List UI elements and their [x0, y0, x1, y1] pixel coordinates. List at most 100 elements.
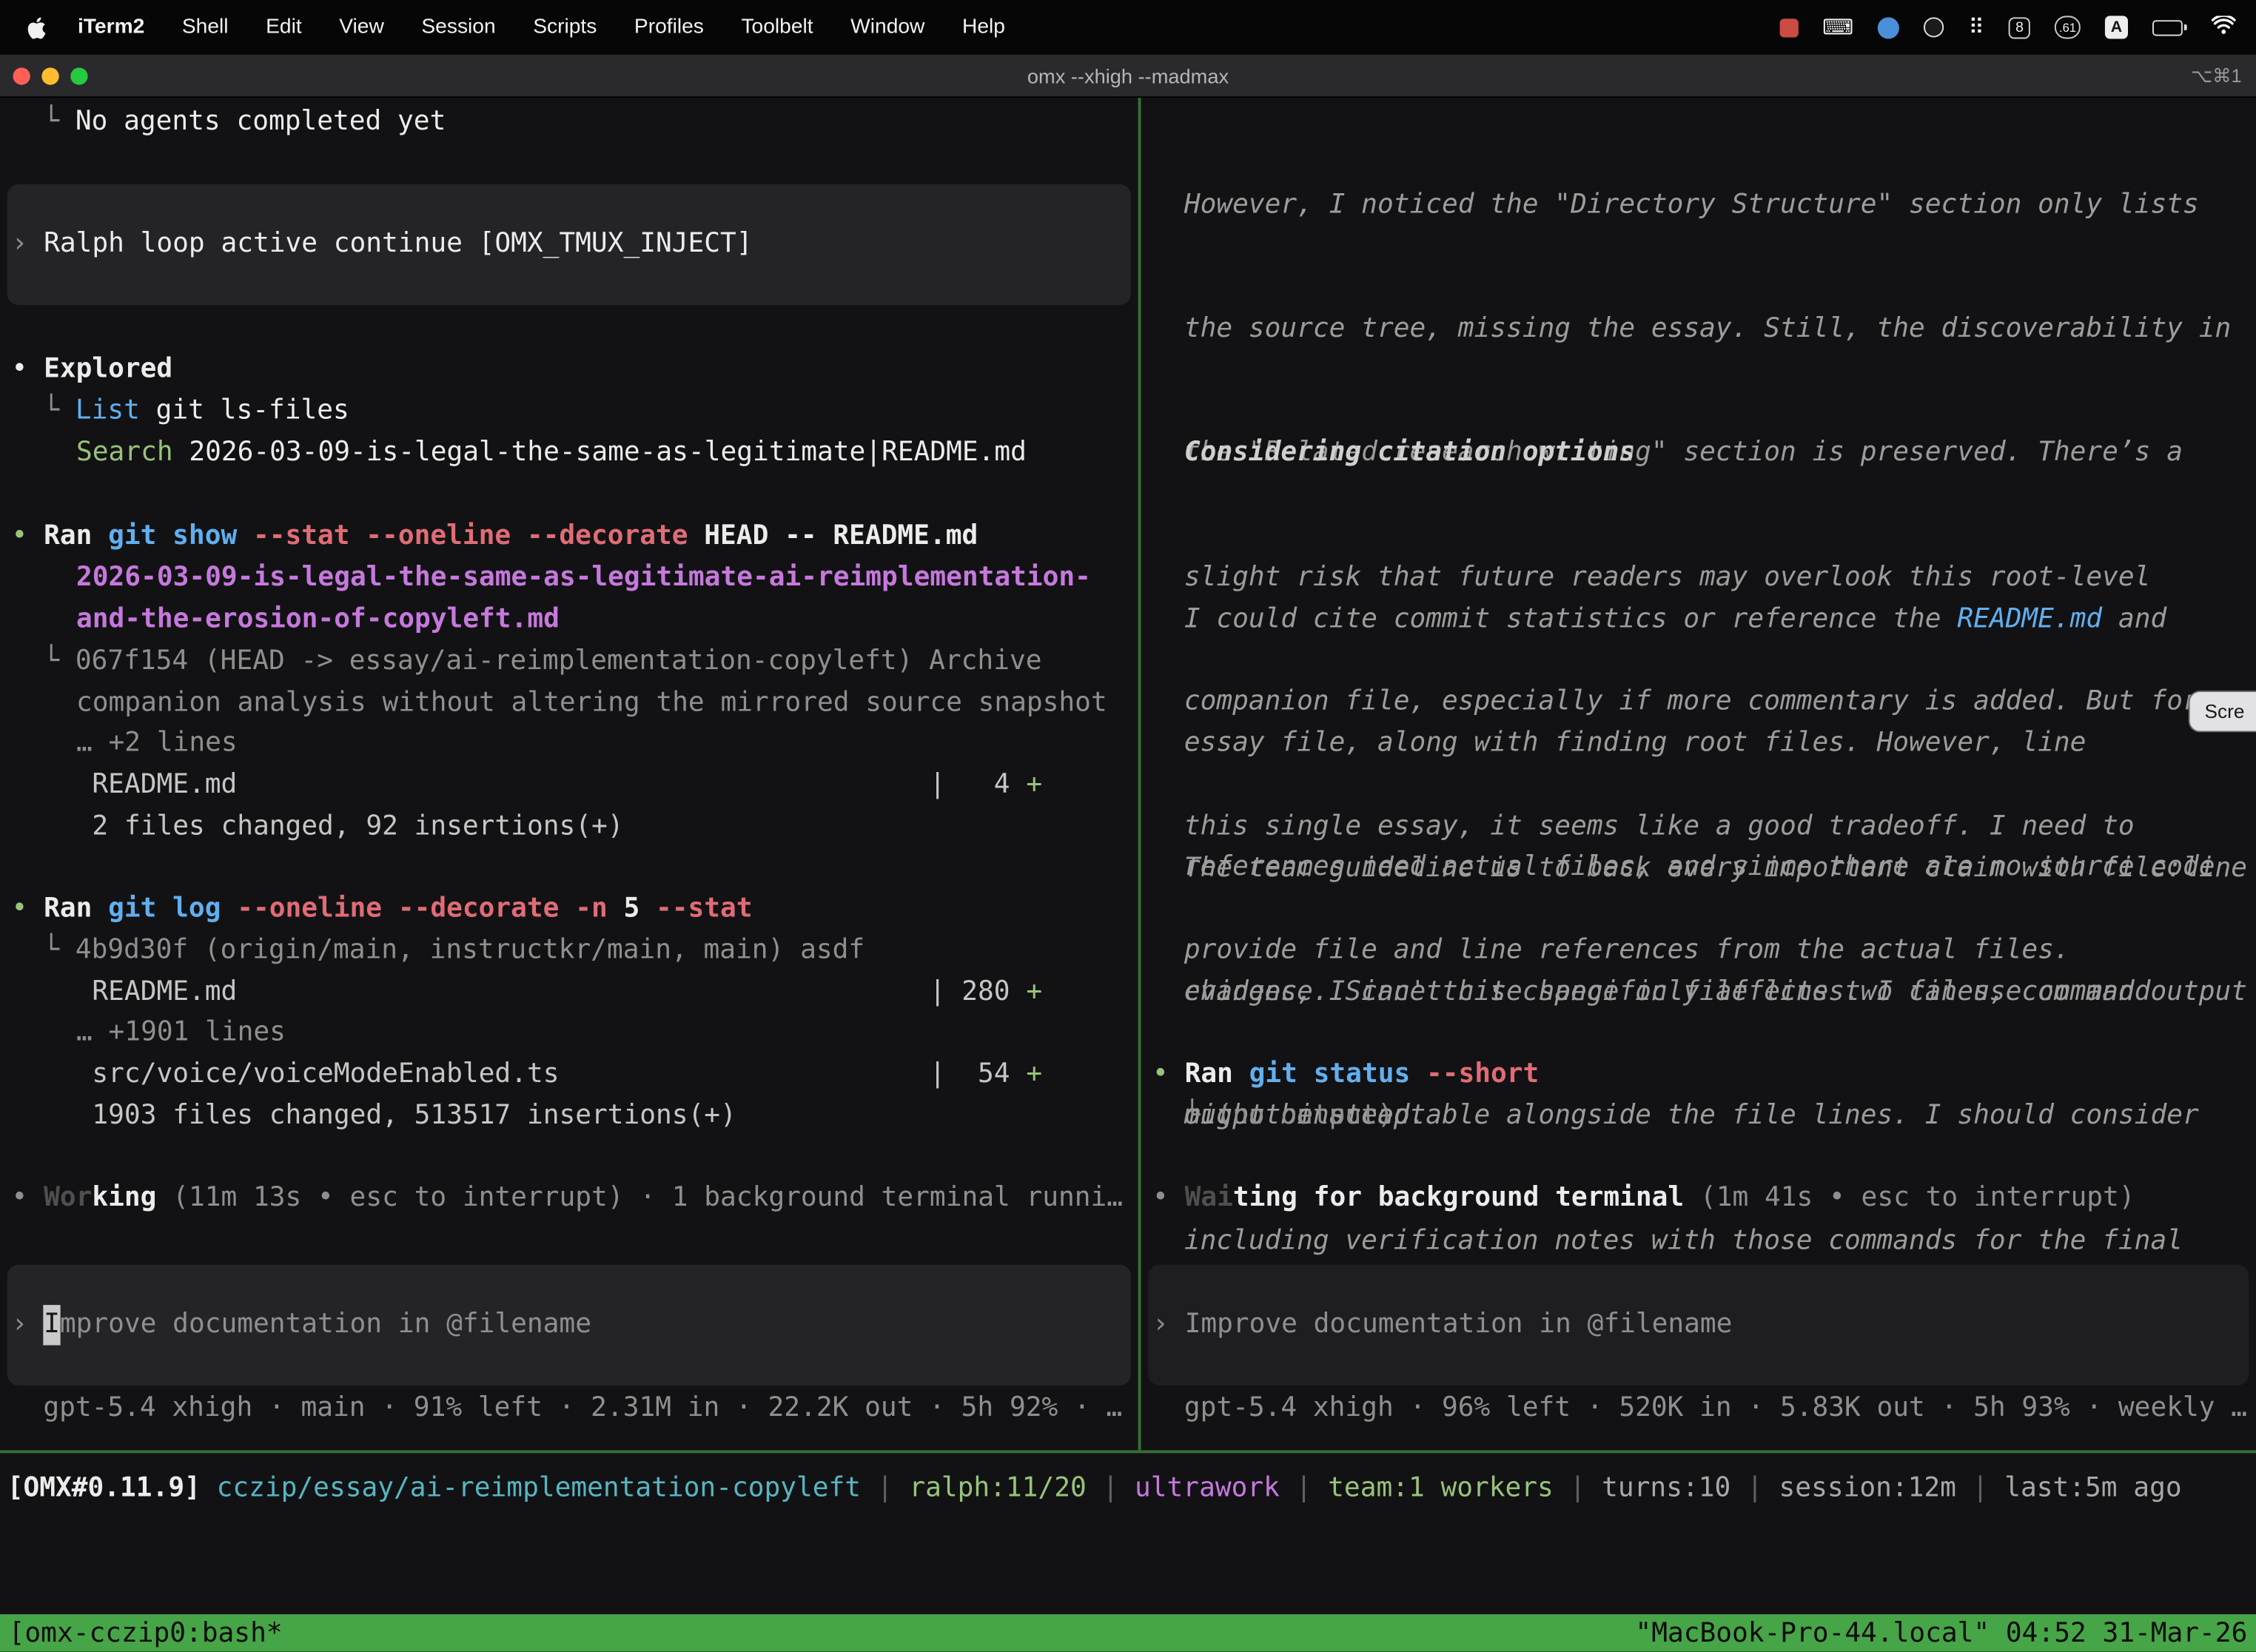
list-args: git ls-files — [140, 396, 349, 426]
tmux-session-window: [omx-cczip0:bash* — [9, 1618, 283, 1648]
traffic-lights — [13, 55, 87, 98]
waiting-label: ting for background terminal — [1233, 1183, 1684, 1213]
stat-cells: | 54 + — [930, 1055, 1042, 1096]
tree-corner: └ — [43, 936, 75, 966]
badge-8-icon[interactable]: 8 — [2009, 16, 2030, 38]
reasoning-line: essay file, along with finding root file… — [1184, 724, 2215, 765]
window-shortcut-hint: ⌥⌘1 — [2191, 64, 2241, 87]
recording-indicator-icon[interactable] — [1779, 18, 1798, 36]
stat-plus: + — [1026, 977, 1042, 1007]
reasoning-line: the source tree, missing the essay. Stil… — [1184, 309, 2231, 351]
commit-text: 4b9d30f (origin/main, instructkr/main, m… — [75, 936, 865, 966]
input-placeholder: mprove documentation in @filename — [60, 1304, 591, 1346]
diffstat-row: README.md| 4 + — [92, 765, 237, 807]
input-source-icon[interactable]: A — [2105, 16, 2128, 38]
readme-link[interactable]: README.md — [1957, 604, 2102, 634]
separator: | — [1730, 1474, 1779, 1504]
stat-count: | 280 — [930, 977, 1027, 1007]
command-arg: 5 — [623, 893, 656, 924]
bullet-icon: • — [12, 1183, 44, 1213]
omx-team: team:1 workers — [1328, 1474, 1554, 1504]
apple-menu-icon[interactable] — [26, 16, 47, 38]
gauge-61-icon[interactable]: .61 — [2055, 16, 2081, 38]
close-button[interactable] — [13, 67, 30, 84]
working-detail: (11m 13s • esc to interrupt) · 1 backgro… — [156, 1183, 1123, 1213]
menu-item-session[interactable]: Session — [403, 16, 514, 38]
window-title: omx --xhigh --madmax — [0, 64, 2256, 87]
omx-branch-path: cczip/essay/ai-reimplementation-copyleft — [217, 1474, 861, 1504]
diffstat-summary: 2 files changed, 92 insertions(+) — [92, 807, 623, 849]
diffstat-row: src/voice/voiceModeEnabled.ts| 54 + — [92, 1055, 559, 1096]
menu-item-help[interactable]: Help — [944, 16, 1024, 38]
command-name: git show — [108, 521, 253, 551]
text-cursor: I — [44, 1304, 60, 1346]
separator: | — [1280, 1474, 1328, 1504]
menu-item-profiles[interactable]: Profiles — [616, 16, 723, 38]
terminal-pane-left[interactable]: └ No agents completed yet › Ralph loop a… — [0, 98, 1138, 1450]
separator: | — [1554, 1474, 1602, 1504]
pane-divider-vertical[interactable] — [1138, 98, 1141, 1450]
tree-corner: └ — [43, 396, 75, 426]
prompt-input[interactable]: › Improve documentation in @filename — [1148, 1265, 2249, 1386]
diffstat-row: README.md| 280 + — [92, 973, 237, 1014]
search-verb: Search — [76, 437, 173, 468]
command-flags: --oneline --decorate -n — [237, 893, 623, 924]
prompt-input[interactable]: › Improve documentation in @filename — [7, 1265, 1131, 1386]
menu-item-edit[interactable]: Edit — [247, 16, 320, 38]
menu-item-scripts[interactable]: Scripts — [514, 16, 616, 38]
omx-version: [OMX#0.11.9] — [7, 1474, 217, 1504]
stat-count: | 54 — [930, 1059, 1027, 1089]
more-lines-indicator: … +2 lines — [76, 724, 238, 765]
minimize-button[interactable] — [41, 67, 58, 84]
ran-git-show-line: • Ran git show --stat --oneline --decora… — [12, 517, 978, 558]
bullet-icon: • — [12, 354, 44, 384]
essay-filename-line-1: 2026-03-09-is-legal-the-same-as-legitima… — [76, 558, 1091, 600]
no-output-line: └ (no output) — [1184, 1096, 1394, 1138]
prompt-chevron: › — [1152, 1304, 1185, 1346]
search-args: 2026-03-09-is-legal-the-same-as-legitima… — [173, 437, 1027, 468]
tmux-host-clock: "MacBook-Pro-44.local" 04:52 31-Mar-26 — [1635, 1618, 2247, 1648]
menu-item-toolbelt[interactable]: Toolbelt — [722, 16, 832, 38]
window-title-bar[interactable]: omx --xhigh --madmax ⌥⌘1 — [0, 55, 2256, 98]
command-flags: --stat --oneline --decorate — [253, 521, 704, 551]
menu-item-shell[interactable]: Shell — [164, 16, 247, 38]
omx-status-bar: [OMX#0.11.9] cczip/essay/ai-reimplementa… — [7, 1469, 2182, 1511]
terminal-pane-right[interactable]: However, I noticed the "Directory Struct… — [1141, 98, 2256, 1450]
waiting-status-line: • Waiting for background terminal (1m 41… — [1152, 1178, 2135, 1220]
app-dark-icon[interactable] — [1924, 17, 1944, 37]
reasoning-line: I could cite commit statistics or refere… — [1184, 600, 2215, 641]
menu-item-view[interactable]: View — [320, 16, 403, 38]
app-blue-icon[interactable] — [1878, 16, 1899, 38]
ran-git-status-line: • Ran git status --short — [1152, 1055, 1539, 1096]
zoom-button[interactable] — [70, 67, 87, 84]
no-output-text: (no output) — [1216, 1101, 1393, 1131]
screen-overlay-tab[interactable]: Scre — [2189, 691, 2256, 732]
omx-ralph-counter: ralph:11/20 — [909, 1474, 1086, 1504]
command-flags-2: --stat — [656, 893, 753, 924]
battery-icon[interactable] — [2152, 19, 2187, 35]
separator: | — [1956, 1474, 2004, 1504]
omx-mode: ultrawork — [1135, 1474, 1280, 1504]
command-args: HEAD -- README.md — [704, 521, 978, 551]
waiting-detail: (1m 41s • esc to interrupt) — [1684, 1183, 2135, 1213]
battery-body — [2152, 19, 2183, 35]
stat-cells: | 280 + — [930, 973, 1042, 1014]
menu-item-iterm2[interactable]: iTerm2 — [59, 16, 164, 38]
menu-item-window[interactable]: Window — [832, 16, 944, 38]
tree-corner: └ — [1184, 1101, 1217, 1131]
commit-message-continuation: companion analysis without altering the … — [76, 683, 1107, 725]
separator: | — [1087, 1474, 1135, 1504]
stat-plus: + — [1026, 770, 1042, 800]
ralph-loop-banner: › Ralph loop active continue [OMX_TMUX_I… — [7, 184, 1131, 305]
bullet-icon: • — [12, 893, 44, 924]
desktop: iTerm2 Shell Edit View Session Scripts P… — [0, 0, 2256, 1652]
pane-divider-horizontal[interactable] — [0, 1450, 2256, 1453]
wifi-icon[interactable] — [2212, 15, 2236, 39]
explored-line: • Explored — [12, 349, 173, 391]
input-placeholder: Improve documentation in @filename — [1185, 1304, 1733, 1346]
dots-grid-icon[interactable]: ⠿ — [1969, 16, 1984, 38]
keyboard-icon[interactable]: ⌨ — [1822, 16, 1853, 38]
tree-corner: └ — [43, 646, 75, 676]
reasoning-text: I could cite commit statistics or refere… — [1184, 604, 1958, 634]
commit-text: 067f154 (HEAD -> essay/ai-reimplementati… — [75, 646, 1042, 676]
